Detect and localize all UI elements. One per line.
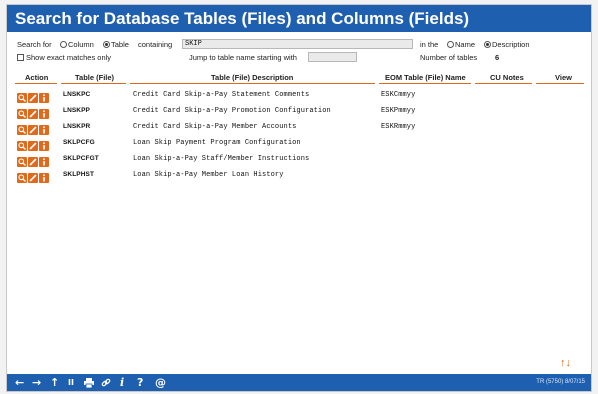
status-text: TR (5750) 8/07/15 [536,379,585,385]
radio-selected-icon[interactable] [103,41,110,48]
radio-selected-icon[interactable] [484,41,491,48]
header-divider [130,83,375,84]
info-icon[interactable] [39,125,49,135]
edit-pencil-icon[interactable] [28,173,38,183]
info-icon[interactable] [39,141,49,151]
exact-matches-label: Show exact matches only [26,53,112,62]
view-magnifier-icon[interactable] [17,157,27,167]
radio-icon[interactable] [60,41,67,48]
radio-table[interactable]: Table [103,40,129,49]
edit-pencil-icon[interactable] [28,93,38,103]
table-description: Credit Card Skip-a-Pay Promotion Configu… [133,107,331,115]
table-name[interactable]: LNSKPP [63,107,90,114]
app-window: Search for Database Tables (Files) and C… [6,4,592,392]
table-name[interactable]: SKLPHST [63,171,94,178]
radio-name[interactable]: Name [447,40,475,49]
in-the-label: in the [420,40,439,49]
pause-icon[interactable]: II [68,374,74,391]
table-description: Loan Skip-a-Pay Member Loan History [133,171,284,179]
table-description: Credit Card Skip-a-Pay Member Accounts [133,123,297,131]
bottom-toolbar: ← → ↑ II i ? @ TR (5750) 8/07/15 [7,374,591,391]
view-magnifier-icon[interactable] [17,173,27,183]
table-name[interactable]: SKLPCFG [63,139,95,146]
edit-pencil-icon[interactable] [28,157,38,167]
radio-table-label: Table [111,40,129,49]
exact-matches-checkbox[interactable]: Show exact matches only [17,53,111,62]
view-magnifier-icon[interactable] [17,125,27,135]
eom-table-name: ESKPmmyy [381,107,416,115]
forward-icon[interactable]: → [32,374,41,391]
info-icon[interactable] [39,157,49,167]
table-row: LNSKPR Credit Card Skip-a-Pay Member Acco… [15,121,585,135]
col-header-table: Table (File) [75,73,115,82]
radio-column[interactable]: Column [60,40,94,49]
print-icon[interactable] [84,374,94,391]
num-tables-value: 6 [495,53,500,62]
header-divider [15,83,57,84]
search-input[interactable]: SKIP [182,39,413,49]
col-header-view: View [555,73,572,82]
table-description: Loan Skip Payment Program Configuration [133,139,301,147]
help-icon[interactable]: ? [137,374,143,391]
back-icon[interactable]: ← [15,374,24,391]
table-description: Credit Card Skip-a-Pay Statement Comment… [133,91,310,99]
radio-description[interactable]: Description [484,40,530,49]
up-icon[interactable]: ↑ [50,374,59,391]
edit-pencil-icon[interactable] [28,141,38,151]
view-magnifier-icon[interactable] [17,141,27,151]
table-row: SKLPHST Loan Skip-a-Pay Member Loan Histo… [15,169,585,183]
link-icon[interactable] [101,374,111,391]
header-divider [61,83,126,84]
view-magnifier-icon[interactable] [17,93,27,103]
checkbox-icon[interactable] [17,54,24,61]
radio-name-label: Name [455,40,476,49]
table-name[interactable]: LNSKPC [63,91,90,98]
col-header-eom: EOM Table (File) Name [385,73,466,82]
table-name[interactable]: LNSKPR [63,123,90,130]
header-divider [475,83,532,84]
row-actions [17,170,50,188]
radio-column-label: Column [68,40,94,49]
header-divider [379,83,471,84]
search-for-label: Search for [17,40,52,49]
page-title: Search for Database Tables (Files) and C… [7,5,591,32]
header-divider [536,83,584,84]
sort-arrows-icon[interactable]: ↑↓ [560,357,571,369]
eom-table-name: ESKCmmyy [381,91,416,99]
col-header-action: Action [25,73,49,82]
num-tables-label: Number of tables [420,53,478,62]
table-name[interactable]: SKLPCFGT [63,155,99,162]
table-row: SKLPCFGT Loan Skip-a-Pay Staff/Member Ins… [15,153,585,167]
info-icon[interactable] [39,109,49,119]
edit-pencil-icon[interactable] [28,125,38,135]
table-row: LNSKPC Credit Card Skip-a-Pay Statement C… [15,89,585,103]
radio-icon[interactable] [447,41,454,48]
jump-input[interactable] [308,52,357,62]
col-header-description: Table (File) Description [211,73,294,82]
jump-label: Jump to table name starting with [189,53,297,62]
email-icon[interactable]: @ [155,374,166,391]
table-row: SKLPCFG Loan Skip Payment Program Configu… [15,137,585,151]
info-icon[interactable] [39,93,49,103]
table-row: LNSKPP Credit Card Skip-a-Pay Promotion C… [15,105,585,119]
edit-pencil-icon[interactable] [28,109,38,119]
info-icon[interactable] [39,173,49,183]
col-header-cu-notes: CU Notes [490,73,524,82]
info-icon[interactable]: i [120,374,124,391]
eom-table-name: ESKRmmyy [381,123,416,131]
table-description: Loan Skip-a-Pay Staff/Member Instruction… [133,155,310,163]
radio-description-label: Description [492,40,530,49]
containing-label: containing [138,40,173,49]
view-magnifier-icon[interactable] [17,109,27,119]
